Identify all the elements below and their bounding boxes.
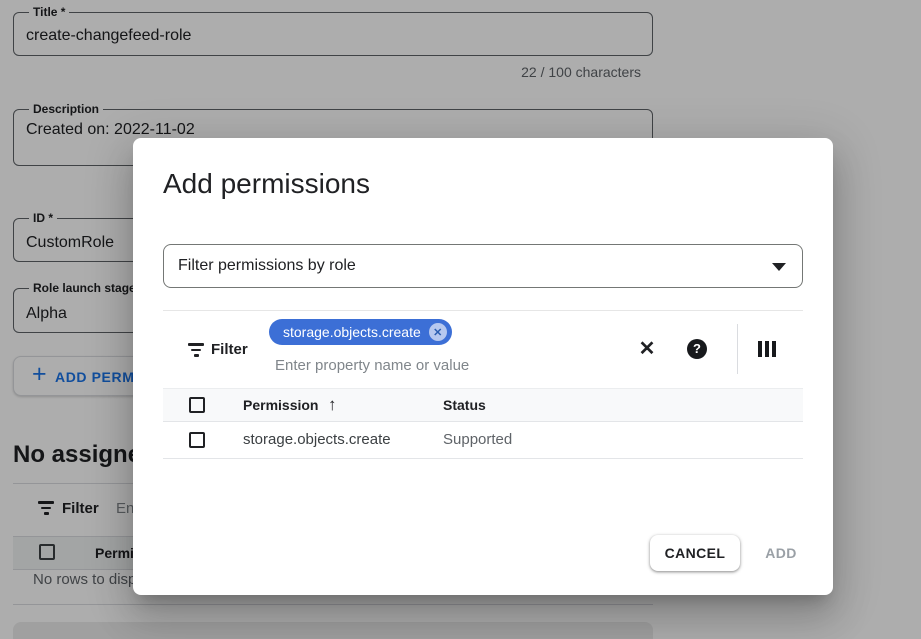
dialog-filter-input[interactable]: Enter property name or value bbox=[275, 357, 469, 374]
toolbar-divider bbox=[737, 324, 738, 374]
filter-chip: storage.objects.create ✕ bbox=[269, 319, 452, 345]
add-button[interactable]: ADD bbox=[749, 535, 813, 571]
add-permissions-dialog: Add permissions Filter permissions by ro… bbox=[133, 138, 833, 595]
dialog-table-header: Permission ↑ Status bbox=[163, 388, 803, 422]
clear-filters-icon[interactable]: ✕ bbox=[633, 335, 661, 363]
help-icon[interactable]: ? bbox=[687, 339, 707, 359]
row-permission-cell: storage.objects.create bbox=[243, 423, 391, 457]
dialog-filter-label: Filter bbox=[211, 341, 248, 358]
sort-ascending-icon[interactable]: ↑ bbox=[328, 389, 337, 421]
chip-remove-icon[interactable]: ✕ bbox=[429, 323, 447, 341]
divider bbox=[163, 310, 803, 311]
row-status-cell: Supported bbox=[443, 423, 512, 457]
dropdown-arrow-icon bbox=[772, 263, 786, 271]
cancel-button[interactable]: CANCEL bbox=[650, 535, 740, 571]
filter-chip-label: storage.objects.create bbox=[283, 324, 421, 340]
table-row[interactable]: storage.objects.create Supported bbox=[163, 423, 803, 459]
role-filter-select-value: Filter permissions by role bbox=[178, 245, 356, 287]
dialog-title: Add permissions bbox=[163, 168, 370, 200]
column-display-icon[interactable] bbox=[758, 341, 776, 357]
role-filter-select[interactable]: Filter permissions by role bbox=[163, 244, 803, 288]
row-checkbox[interactable] bbox=[189, 432, 205, 448]
status-column-header[interactable]: Status bbox=[443, 389, 486, 421]
select-all-checkbox[interactable] bbox=[189, 397, 205, 413]
filter-list-icon bbox=[188, 343, 204, 357]
permission-column-header[interactable]: Permission bbox=[243, 389, 318, 421]
screen: Title * create-changefeed-role 22 / 100 … bbox=[0, 0, 921, 639]
